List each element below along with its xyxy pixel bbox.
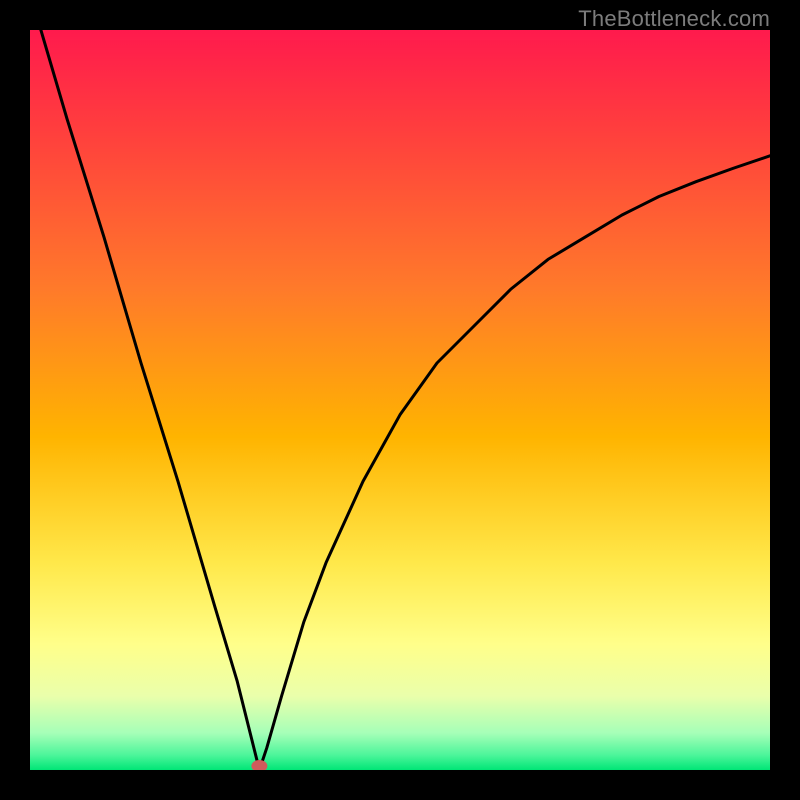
gradient-background bbox=[30, 30, 770, 770]
chart-svg bbox=[30, 30, 770, 770]
plot-area bbox=[30, 30, 770, 770]
watermark-text: TheBottleneck.com bbox=[578, 6, 770, 32]
chart-frame: TheBottleneck.com bbox=[0, 0, 800, 800]
